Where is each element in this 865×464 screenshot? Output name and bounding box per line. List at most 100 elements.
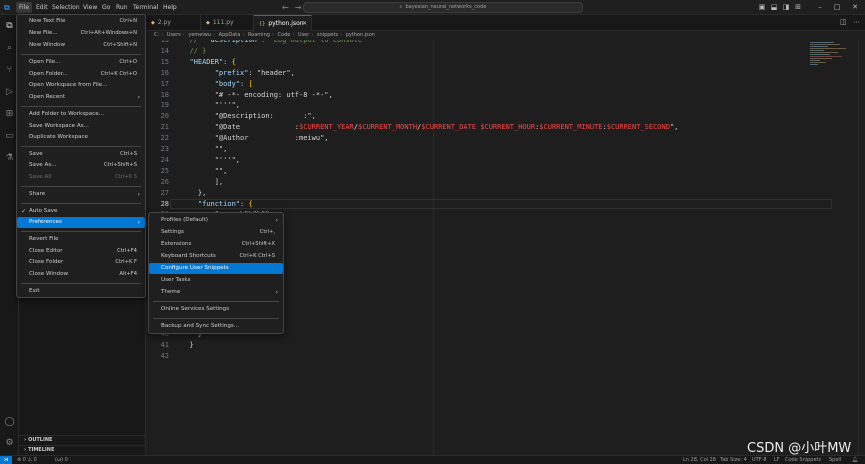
label: Profiles (Default) (161, 217, 208, 223)
breadcrumb-item[interactable]: snippets (317, 32, 338, 38)
menu-go[interactable]: Go (99, 2, 113, 13)
accounts-icon[interactable]: ◯ (2, 415, 17, 430)
menu-save[interactable]: Save Ctrl+S (17, 149, 145, 160)
maximize-icon[interactable]: □ (831, 2, 843, 13)
menu-edit[interactable]: Edit (33, 2, 51, 13)
menu-new-file[interactable]: New File... Ctrl+Alt+Windows+N (17, 28, 145, 39)
menu-auto-save[interactable]: ✓ Auto Save (17, 206, 145, 217)
menu-new-text-file[interactable]: New Text File Ctrl+N (17, 16, 145, 27)
line-number: 20 (160, 112, 169, 121)
menu-user-tasks[interactable]: User Tasks (149, 275, 283, 286)
more-actions-icon[interactable]: ⋯ (853, 18, 860, 26)
timeline-label: TIMELINE (28, 447, 55, 453)
status-bar: ⋊ ⊗ 0 ⚠ 0 (ω) 0 Ln 28, Col 28 Tab Size: … (0, 455, 865, 464)
code-line: "'''", (181, 155, 241, 164)
menu-save-workspace-as[interactable]: Save Workspace As... (17, 121, 145, 132)
menu-help[interactable]: Help (160, 2, 180, 13)
source-control-icon[interactable]: ⑂ (2, 63, 17, 78)
breadcrumb-item[interactable]: yemeiwu (188, 32, 211, 38)
command-center[interactable]: ⌕ bayesian_neural_networks_code (303, 2, 583, 13)
run-debug-icon[interactable]: ▷ (2, 85, 17, 100)
menu-selection[interactable]: Selection (49, 2, 83, 13)
code-line: "", (181, 145, 228, 153)
line-number: 26 (160, 177, 169, 186)
menu-file[interactable]: File (16, 2, 33, 13)
breadcrumb-item[interactable]: AppData (219, 32, 241, 38)
testing-icon[interactable]: ⚗ (2, 151, 17, 166)
back-arrow-icon[interactable]: ← (282, 3, 295, 12)
menu-configure-user-snippets[interactable]: Configure User Snippets (149, 263, 283, 274)
breadcrumb-item[interactable]: python.json (346, 32, 375, 38)
editor-scrollbar[interactable] (858, 40, 865, 455)
split-editor-icon[interactable]: ◫ (840, 18, 847, 26)
breadcrumb-item[interactable]: C: (154, 32, 159, 38)
breadcrumb-item[interactable]: Roaming (248, 32, 270, 38)
minimap[interactable] (808, 40, 858, 455)
breadcrumb-item[interactable]: Code (278, 32, 291, 38)
menu-new-window[interactable]: New Window Ctrl+Shift+N (17, 40, 145, 51)
menu-open-workspace[interactable]: Open Workspace from File... (17, 80, 145, 91)
explorer-icon[interactable]: ⧉ (2, 19, 17, 34)
menu-open-folder[interactable]: Open Folder... Ctrl+K Ctrl+O (17, 69, 145, 80)
menu-exit[interactable]: Exit (17, 286, 145, 297)
toggle-secondary-sidebar-icon[interactable]: ◨ (780, 2, 792, 13)
search-icon[interactable]: ⌕ (2, 41, 17, 56)
toggle-primary-sidebar-icon[interactable]: ▣ (756, 2, 768, 13)
line-number: 18 (160, 90, 169, 99)
menu-profiles[interactable]: Profiles (Default) › (149, 215, 283, 226)
indentation[interactable]: Tab Size: 4 (720, 456, 747, 464)
shortcut: Ctrl+K Ctrl+S (239, 253, 276, 259)
menu-open-file[interactable]: Open File... Ctrl+O (17, 57, 145, 68)
menu-open-recent[interactable]: Open Recent › (17, 92, 145, 103)
extensions-icon[interactable]: ⊞ (2, 107, 17, 122)
language-mode[interactable]: Code Snippets (785, 456, 821, 464)
remote-explorer-icon[interactable]: ▭ (2, 129, 17, 144)
menu-revert-file[interactable]: Revert File (17, 234, 145, 245)
menu-terminal[interactable]: Terminal (130, 2, 161, 13)
code-line: // "description": "Log output to console… (189, 40, 367, 44)
menu-theme[interactable]: Theme › (149, 287, 283, 298)
tab-111-py[interactable]: ◆ 111.py (201, 15, 254, 31)
menu-view[interactable]: View (80, 2, 100, 13)
cursor-position[interactable]: Ln 28, Col 28 (683, 456, 716, 464)
menu-save-as[interactable]: Save As... Ctrl+Shift+S (17, 160, 145, 171)
manage-gear-icon[interactable]: ⚙ (2, 436, 17, 451)
menu-close-editor[interactable]: Close Editor Ctrl+F4 (17, 246, 145, 257)
menu-online-services-settings[interactable]: Online Services Settings (149, 304, 283, 315)
shortcut: Ctrl+, (259, 229, 275, 235)
end-of-line[interactable]: LF (774, 456, 780, 464)
close-tab-icon[interactable]: ✕ (302, 16, 307, 32)
tab-python-json[interactable]: {} python.json ✕ (254, 15, 312, 31)
editor-tab-bar: ◆ 2.py ◆ 111.py {} python.json ✕ ◫ ⋯ (146, 15, 865, 31)
menu-close-window[interactable]: Close Window Alt+F4 (17, 269, 145, 280)
menu-settings[interactable]: Settings Ctrl+, (149, 227, 283, 238)
toggle-panel-icon[interactable]: ⬓ (768, 2, 780, 13)
outline-label: OUTLINE (28, 437, 53, 443)
tab-2-py[interactable]: ◆ 2.py (146, 15, 201, 31)
timeline-section[interactable]: › TIMELINE (19, 445, 146, 455)
customize-layout-icon[interactable]: ⊞ (792, 2, 804, 13)
spell-check[interactable]: Spell (829, 456, 841, 464)
line-number: 15 (160, 57, 169, 66)
encoding[interactable]: UTF-8 (752, 456, 767, 464)
problems-indicator[interactable]: ⊗ 0 ⚠ 0 (17, 456, 37, 464)
menu-duplicate-workspace[interactable]: Duplicate Workspace (17, 132, 145, 143)
label: User Tasks (161, 277, 191, 283)
menu-keyboard-shortcuts[interactable]: Keyboard Shortcuts Ctrl+K Ctrl+S (149, 251, 283, 262)
close-window-icon[interactable]: ✕ (849, 2, 861, 13)
menu-extensions[interactable]: Extensions Ctrl+Shift+X (149, 239, 283, 250)
ports-indicator[interactable]: (ω) 0 (55, 456, 68, 464)
breadcrumb-item[interactable]: User (298, 32, 309, 38)
menu-close-folder[interactable]: Close Folder Ctrl+K F (17, 257, 145, 268)
minimize-icon[interactable]: – (814, 2, 826, 13)
menu-backup-sync[interactable]: Backup and Sync Settings... (149, 321, 283, 332)
menu-preferences[interactable]: Preferences › (17, 217, 145, 228)
menu-run[interactable]: Run (113, 2, 131, 13)
breadcrumb-item[interactable]: Users (167, 32, 181, 38)
menu-add-folder[interactable]: Add Folder to Workspace... (17, 109, 145, 120)
outline-section[interactable]: › OUTLINE (19, 435, 146, 445)
shortcut: Ctrl+O (119, 59, 137, 65)
menu-share[interactable]: Share › (17, 189, 145, 200)
notifications-bell-icon[interactable]: 🔔︎ (852, 456, 858, 464)
remote-indicator-icon[interactable]: ⋊ (0, 456, 12, 464)
